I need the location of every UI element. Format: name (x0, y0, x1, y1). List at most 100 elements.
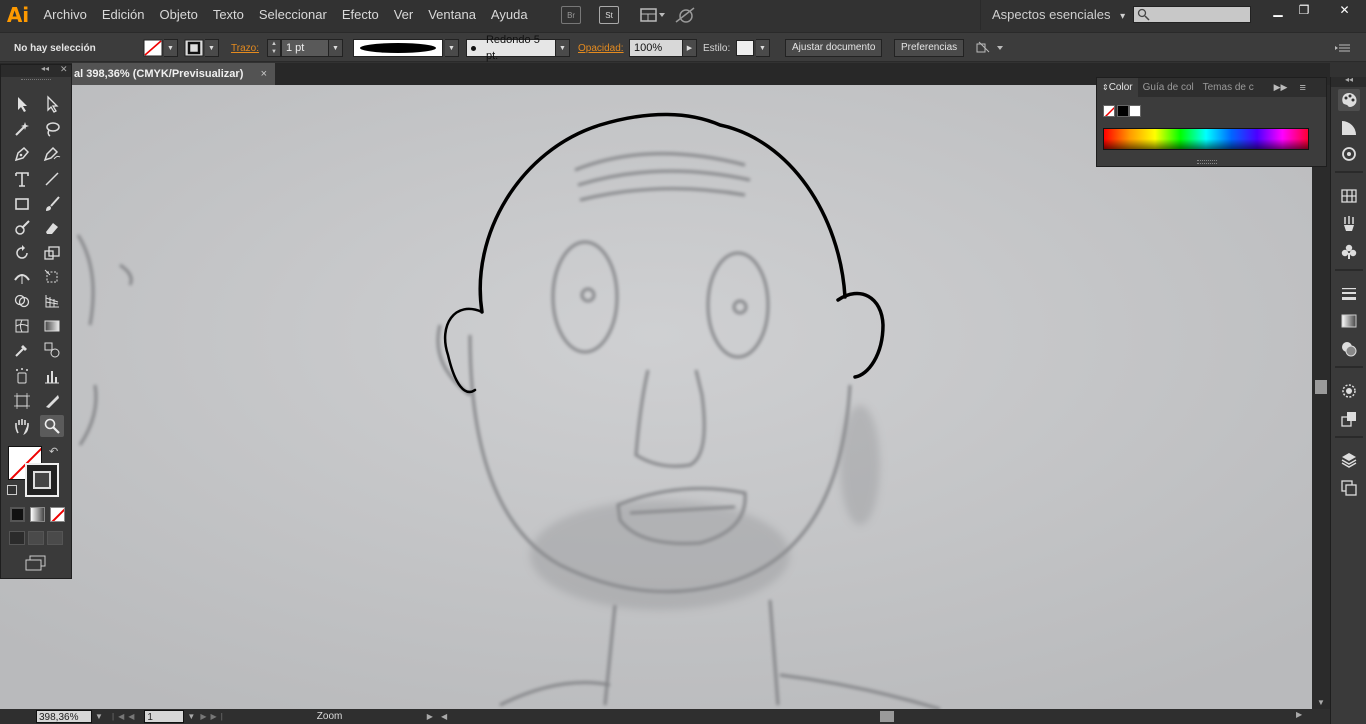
graphic-styles-icon[interactable] (1338, 408, 1360, 430)
rectangle-tool-icon[interactable] (10, 193, 34, 215)
scroll-thumb[interactable] (1315, 380, 1327, 394)
control-panel-menu-icon[interactable] (1335, 33, 1351, 63)
chevron-down-icon[interactable]: ▼ (1317, 698, 1325, 707)
eraser-tool-icon[interactable] (40, 217, 64, 239)
arrange-icon[interactable] (975, 33, 1005, 63)
status-menu-icon[interactable]: ▶ (427, 712, 433, 721)
menu-ventana[interactable]: Ventana (421, 0, 484, 30)
artboard-nav-next-icon[interactable]: ▶▶| (200, 712, 226, 721)
chevron-down-icon[interactable]: ▼ (184, 712, 198, 721)
gpu-performance-icon[interactable] (674, 6, 696, 24)
menu-edicion[interactable]: Edición (94, 0, 152, 30)
black-swatch[interactable] (1117, 105, 1129, 117)
variable-width-profile[interactable]: ▼ (353, 33, 459, 63)
panel-overflow-icon[interactable]: ▶▶ (1274, 82, 1288, 93)
color-themes-icon[interactable] (1338, 143, 1360, 165)
swatches-icon[interactable] (1338, 185, 1360, 207)
color-palette-icon[interactable] (1338, 89, 1360, 111)
line-tool-icon[interactable] (40, 168, 64, 190)
hand-tool-icon[interactable] (10, 415, 34, 437)
draw-mode-icons[interactable] (9, 531, 65, 545)
color-spectrum-bar[interactable] (1103, 128, 1309, 150)
gradient-tool-icon[interactable] (40, 315, 64, 337)
eyedropper-tool-icon[interactable] (10, 339, 34, 361)
zoom-tool-icon[interactable] (40, 415, 64, 437)
preferences-button[interactable]: Preferencias (894, 39, 965, 57)
graphic-style-swatch[interactable]: ▼ (736, 33, 770, 63)
vertical-scrollbar[interactable]: ▲ ▼ (1312, 85, 1330, 709)
slice-tool-icon[interactable] (40, 390, 64, 412)
shape-builder-tool-icon[interactable] (10, 290, 34, 312)
artboard-canvas[interactable] (0, 85, 1312, 709)
width-tool-icon[interactable] (10, 266, 34, 288)
document-tab[interactable]: al 398,36% (CMYK/Previsualizar) × (72, 63, 275, 85)
artboard-nav-prev-icon[interactable]: |◀◀ (112, 712, 138, 721)
brush-definition[interactable]: Redondo 5 pt. ▼ (466, 33, 570, 63)
white-swatch[interactable] (1129, 105, 1141, 117)
chevron-down-icon[interactable]: ▼ (92, 712, 106, 721)
workspace-switcher[interactable]: Aspectos esenciales ▾ (980, 0, 1125, 30)
tab-color[interactable]: ⇕Color (1097, 78, 1138, 97)
stroke-swatch[interactable]: ▼ (184, 33, 219, 63)
menu-ver[interactable]: Ver (386, 0, 421, 30)
stock-icon[interactable]: St (599, 6, 620, 24)
arrange-documents-icon[interactable] (640, 7, 666, 23)
type-tool-icon[interactable] (10, 168, 34, 190)
panel-menu-icon[interactable]: ≡ (1299, 82, 1305, 94)
tab-color-guide[interactable]: Guía de col (1138, 82, 1198, 93)
brushes-icon[interactable] (1338, 213, 1360, 235)
free-transform-tool-icon[interactable] (40, 266, 64, 288)
color-mode-icon[interactable] (10, 507, 25, 522)
artboard-tool-icon[interactable] (10, 390, 34, 412)
lasso-tool-icon[interactable] (40, 118, 64, 140)
chevron-right-icon[interactable]: ▶ (1296, 710, 1302, 719)
stroke-weight-input[interactable]: 1 pt (281, 39, 329, 57)
stroke-panel-icon[interactable] (1338, 282, 1360, 304)
transparency-icon[interactable] (1338, 338, 1360, 360)
symbol-sprayer-tool-icon[interactable] (10, 365, 34, 387)
appearance-icon[interactable] (1338, 380, 1360, 402)
tab-color-themes[interactable]: Temas de c (1198, 82, 1256, 93)
magic-wand-tool-icon[interactable] (10, 118, 34, 140)
swap-fill-stroke-icon[interactable]: ↶ (49, 445, 58, 458)
panel-resize-grip[interactable] (1197, 160, 1217, 164)
color-guide-icon[interactable] (1338, 117, 1360, 139)
shaper-tool-icon[interactable] (10, 217, 34, 239)
menu-archivo[interactable]: Archivo (36, 0, 94, 30)
stroke-color-swatch[interactable] (25, 463, 59, 497)
close-panel-icon[interactable]: ✕ (60, 64, 68, 75)
opacity-label[interactable]: Opacidad: (578, 33, 624, 63)
rotate-tool-icon[interactable] (10, 242, 34, 264)
menu-ayuda[interactable]: Ayuda (483, 0, 535, 30)
gradient-mode-icon[interactable] (30, 507, 45, 522)
horizontal-scroll-thumb[interactable] (880, 711, 894, 722)
none-mode-icon[interactable] (50, 507, 65, 522)
mesh-tool-icon[interactable] (10, 315, 34, 337)
dock-header[interactable]: ◂◂ (1331, 75, 1366, 87)
selection-tool-icon[interactable] (10, 93, 34, 115)
opacity-control[interactable]: 100% ▶ (629, 33, 697, 63)
chevron-down-icon[interactable]: ▼ (329, 39, 343, 57)
menu-seleccionar[interactable]: Seleccionar (251, 0, 334, 30)
stroke-weight-stepper[interactable]: ▲ ▼ 1 pt ▼ (267, 33, 343, 63)
restore-button[interactable]: ❐ (1287, 0, 1321, 20)
artboards-icon[interactable] (1338, 477, 1360, 499)
opacity-input[interactable]: 100% (629, 39, 683, 57)
blend-tool-icon[interactable] (40, 339, 64, 361)
perspective-grid-tool-icon[interactable] (40, 290, 64, 312)
paintbrush-tool-icon[interactable] (40, 193, 64, 215)
none-swatch[interactable] (1103, 105, 1115, 117)
stepper-arrows-icon[interactable]: ▲ ▼ (267, 39, 281, 57)
close-tab-button[interactable]: × (261, 63, 267, 85)
menu-objeto[interactable]: Objeto (152, 0, 205, 30)
help-search-input[interactable] (1133, 6, 1251, 23)
adjust-document-button[interactable]: Ajustar documento (785, 39, 883, 57)
pen-tool-icon[interactable] (10, 143, 34, 165)
chevron-left-icon[interactable]: ◀ (441, 712, 447, 721)
fill-swatch[interactable]: ▼ (143, 33, 178, 63)
collapse-panel-icon[interactable]: ◂◂ (41, 64, 49, 73)
default-fill-stroke-icon[interactable] (7, 485, 17, 495)
chevron-right-icon[interactable]: ▶ (683, 39, 697, 57)
screen-mode-icon[interactable] (25, 555, 47, 571)
scale-tool-icon[interactable] (40, 242, 64, 264)
